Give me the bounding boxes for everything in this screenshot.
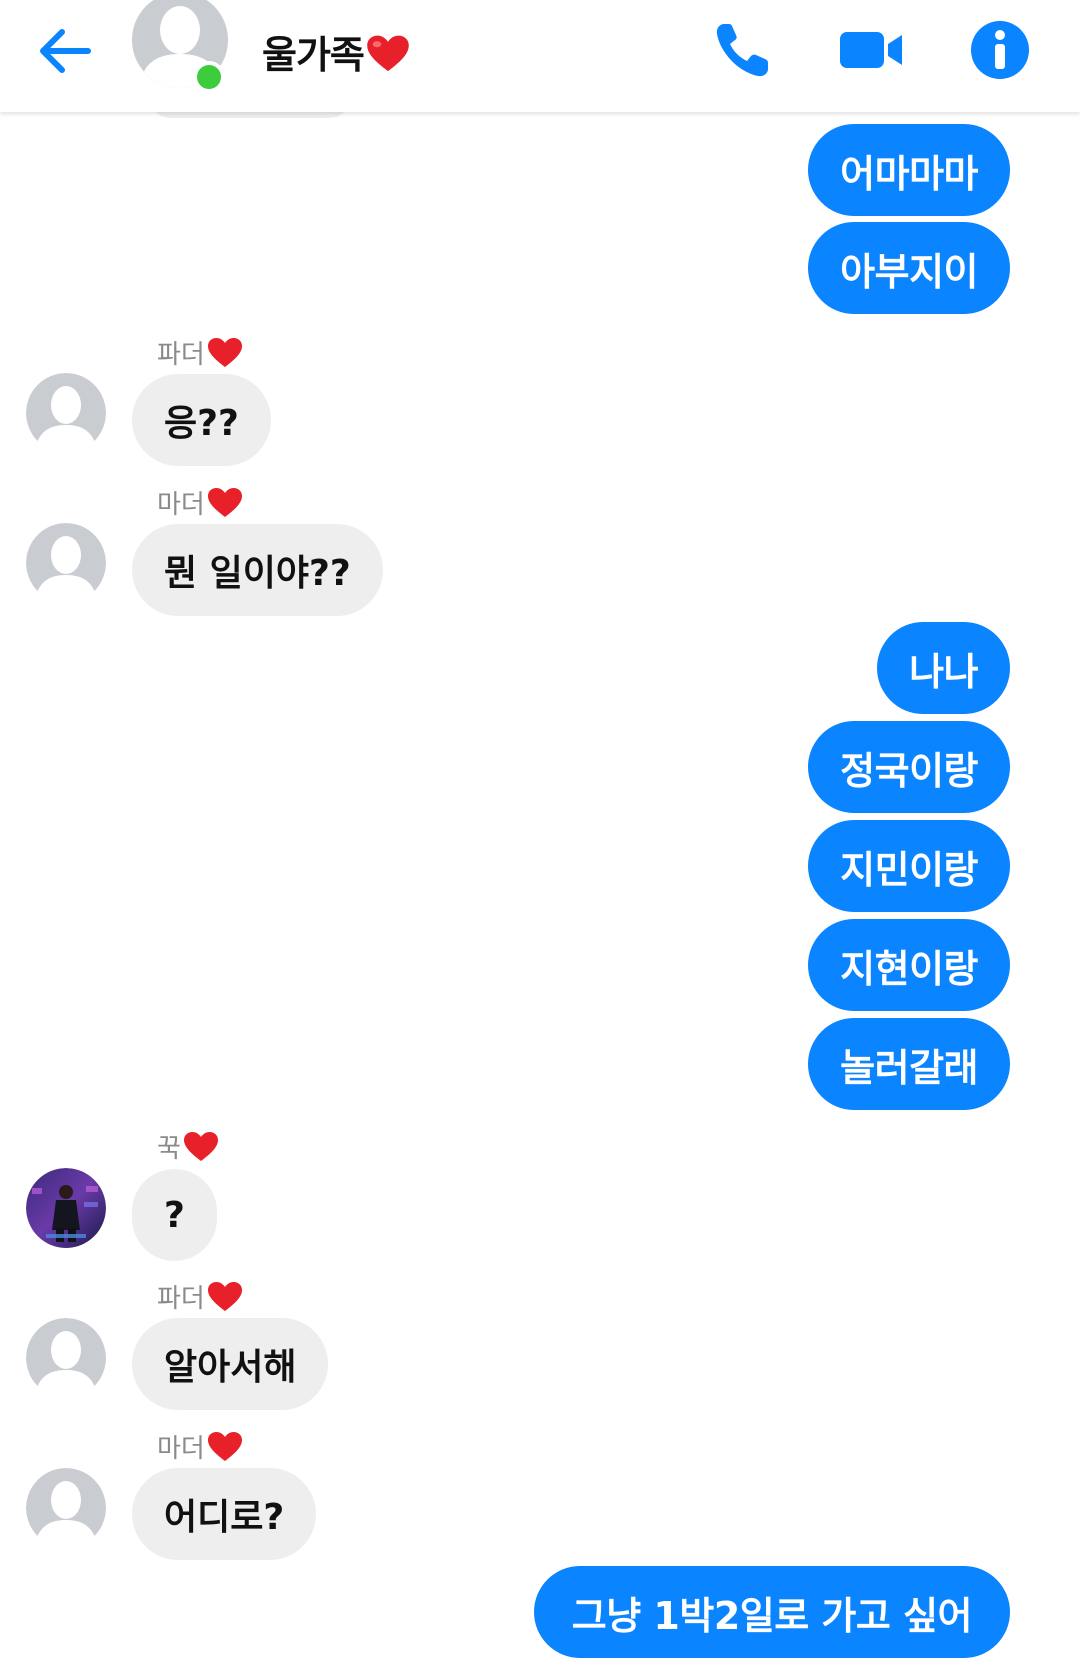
sender-label: 파더	[157, 1284, 205, 1314]
message-text: 알아서해	[164, 1347, 297, 1388]
message-text: 지현이랑	[840, 946, 978, 991]
message-bubble-incoming[interactable]: 알아서해	[132, 1318, 329, 1410]
message-bubble-incoming[interactable]: 어디로?	[132, 1468, 317, 1560]
phone-icon[interactable]	[710, 18, 774, 82]
avatar-photo[interactable]	[26, 1168, 106, 1248]
message-text: 그냥 1박2일로 가고 싶어	[571, 1593, 973, 1638]
avatar[interactable]	[26, 523, 106, 603]
avatar[interactable]	[26, 373, 106, 453]
sender-name: 마더	[157, 484, 243, 521]
info-icon[interactable]	[970, 20, 1030, 80]
message-bubble-incoming[interactable]: 응??	[132, 374, 271, 466]
chat-header: 울가족	[0, 0, 1080, 112]
heart-icon	[207, 337, 242, 367]
message-bubble-outgoing[interactable]: 지민이랑	[808, 820, 1010, 912]
heart-icon	[207, 1431, 242, 1461]
message-text: ?	[164, 1194, 185, 1236]
heart-icon	[367, 35, 409, 72]
sender-label: 마더	[157, 1434, 205, 1464]
sender-name: 꾹	[157, 1128, 219, 1165]
message-bubble-outgoing[interactable]: 그냥 1박2일로 가고 싶어	[533, 1566, 1010, 1658]
message-text: 어디로?	[164, 1497, 285, 1538]
message-bubble-incoming[interactable]: 뭔 일이야??	[132, 524, 383, 616]
chat-title-text: 울가족	[262, 33, 365, 77]
message-bubble-outgoing[interactable]: 아부지이	[808, 222, 1010, 314]
message-text: 지민이랑	[840, 847, 978, 892]
avatar[interactable]	[26, 1468, 106, 1548]
message-bubble-outgoing[interactable]: 나나	[877, 622, 1010, 714]
heart-icon	[183, 1131, 218, 1161]
message-text: 응??	[164, 403, 239, 444]
message-text: 아부지이	[840, 249, 978, 294]
message-text: 나나	[909, 649, 978, 694]
sender-label: 마더	[157, 490, 205, 520]
heart-icon	[207, 1281, 242, 1311]
message-text: 놀러갈래	[840, 1045, 978, 1090]
message-text: 뭔 일이야??	[164, 553, 351, 594]
sender-name: 마더	[157, 1428, 243, 1465]
message-bubble-incoming[interactable]: ?	[132, 1169, 217, 1261]
message-text: 어마마마	[840, 151, 978, 196]
sender-name: 파더	[157, 334, 243, 371]
sender-label: 파더	[157, 340, 205, 370]
sender-label: 꾹	[157, 1134, 181, 1164]
heart-icon	[207, 487, 242, 517]
back-arrow-icon[interactable]	[34, 20, 96, 82]
message-text: 정국이랑	[840, 748, 978, 793]
avatar[interactable]	[26, 1318, 106, 1398]
online-status-indicator	[193, 61, 225, 93]
sender-name: 파더	[157, 1278, 243, 1315]
message-bubble-outgoing[interactable]: 지현이랑	[808, 919, 1010, 1011]
message-bubble-outgoing[interactable]: 놀러갈래	[808, 1018, 1010, 1110]
video-camera-icon[interactable]	[838, 18, 906, 82]
message-bubble-outgoing[interactable]: 어마마마	[808, 124, 1010, 216]
chat-title[interactable]: 울가족	[262, 24, 410, 79]
message-bubble-outgoing[interactable]: 정국이랑	[808, 721, 1010, 813]
